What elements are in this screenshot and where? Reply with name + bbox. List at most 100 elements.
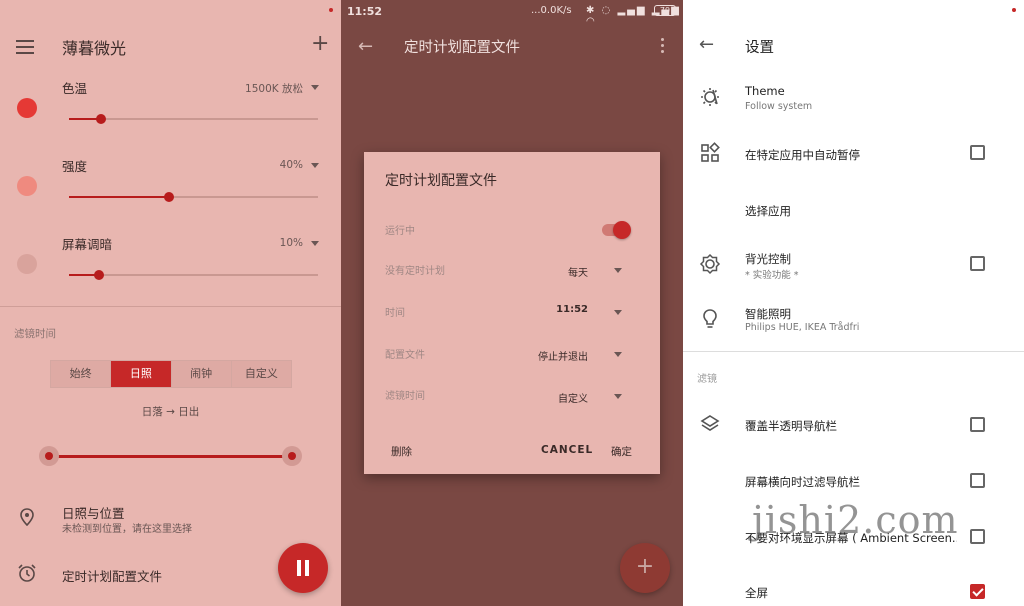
color-temperature-value[interactable]: 1500K 放松 [245,81,303,96]
chevron-down-icon[interactable] [311,241,319,246]
chevron-down-icon[interactable] [614,394,622,399]
slider-thumb[interactable] [93,270,104,280]
filter-mode-segmented-control: 始终 日照 闹钟 自定义 [50,360,292,388]
apps-grid-icon [701,142,720,162]
backlight-checkbox[interactable] [970,256,985,271]
intensity-value[interactable]: 40% [280,159,303,171]
chevron-down-icon[interactable] [614,310,622,315]
main-toolbar: 薄暮微光 + [0,24,341,68]
schedule-profile-item[interactable]: 定时计划配置文件 [62,566,162,585]
layers-icon [700,415,720,431]
theme-icon [701,88,719,106]
mode-sun[interactable]: 日照 [111,361,172,387]
mode-alarm[interactable]: 闹钟 [172,361,232,387]
watermark: jishi2.com [752,498,959,542]
location-pin-icon [20,508,34,526]
backlight-title[interactable]: 背光控制 [745,251,791,267]
profile-value[interactable]: 停止并退出 [538,348,588,363]
schedule-label: 没有定时计划 [385,266,445,277]
cancel-button[interactable]: CANCEL [541,444,593,456]
chevron-down-icon[interactable] [311,85,319,90]
overlay-navbar-checkbox[interactable] [970,417,985,432]
dim-value[interactable]: 10% [280,237,303,249]
filter-section-label: 滤镜 [697,374,717,385]
status-bar: 11:52 ...0.0K/s ✱ ◌ ▂▄▆ ▂▄▆ ◠ 79 [341,0,683,27]
battery-icon: 79 [654,5,676,16]
location-subtitle: 未检测到位置，请在这里选择 [62,524,192,535]
app-title: 薄暮微光 [62,39,127,58]
status-time: 11:52 [347,5,383,18]
schedule-value[interactable]: 每天 [568,264,588,279]
slider-thumb[interactable] [96,114,107,124]
chevron-down-icon[interactable] [311,163,319,168]
landscape-navbar-title[interactable]: 屏幕横向时过滤导航栏 [745,474,860,490]
dim-swatch [17,254,37,274]
select-apps-item[interactable]: 选择应用 [745,203,791,219]
overlay-navbar-title[interactable]: 覆盖半透明导航栏 [745,418,837,434]
theme-subtitle: Follow system [745,101,813,112]
chevron-down-icon[interactable] [614,268,622,273]
fullscreen-title[interactable]: 全屏 [745,585,768,601]
schedule-dialog: 定时计划配置文件 运行中 没有定时计划 每天 时间 11:52 配置文件 停止并… [364,152,660,474]
intensity-label: 强度 [62,159,88,174]
time-label: 时间 [385,308,405,319]
delete-button[interactable]: 删除 [391,444,412,459]
add-icon: + [635,554,655,579]
pause-icon [297,560,309,576]
filter-time-label: 滤镜时间 [385,391,425,402]
schedule-screen: 11:52 ...0.0K/s ✱ ◌ ▂▄▆ ▂▄▆ ◠ 79 ← 定时计划配… [341,0,683,606]
ok-button[interactable]: 确定 [611,444,632,459]
time-value[interactable]: 11:52 [556,304,588,315]
backlight-subtitle: * 实验功能 * [745,270,799,281]
intensity-swatch [17,176,37,196]
ambient-screen-checkbox[interactable] [970,529,985,544]
divider [0,306,341,307]
back-arrow-icon[interactable]: ← [358,36,373,57]
dim-label: 屏幕调暗 [62,237,113,252]
auto-pause-title[interactable]: 在特定应用中自动暂停 [745,147,860,163]
smart-lighting-subtitle: Philips HUE, IKEA Trådfri [745,322,860,333]
more-options-icon[interactable] [661,38,665,54]
fullscreen-checkbox[interactable] [970,584,985,599]
range-start-handle[interactable] [39,446,59,466]
status-network-speed: ...0.0K/s [531,5,572,16]
auto-pause-checkbox[interactable] [970,145,985,160]
notification-dot [1012,8,1016,12]
color-temperature-label: 色温 [62,81,88,96]
mode-custom[interactable]: 自定义 [232,361,291,387]
notification-dot [329,8,333,12]
running-toggle[interactable] [602,221,631,239]
running-label: 运行中 [385,226,415,237]
pause-button[interactable] [278,543,328,593]
main-screen: 薄暮微光 + 色温 1500K 放松 强度 40% 屏幕调暗 10% 滤镜时间 … [0,0,341,606]
slider-thumb[interactable] [163,192,174,202]
time-range-slider[interactable] [39,446,302,466]
menu-icon[interactable] [16,40,34,54]
dim-slider[interactable] [69,270,318,280]
add-icon[interactable]: + [311,33,329,55]
divider [683,351,1024,352]
profile-label: 配置文件 [385,350,425,361]
filter-time-value[interactable]: 自定义 [558,390,588,405]
theme-title[interactable]: Theme [745,84,785,98]
color-temperature-swatch [17,98,37,118]
settings-title: 设置 [745,40,774,56]
screen-title: 定时计划配置文件 [404,40,520,56]
intensity-slider[interactable] [69,192,318,202]
landscape-navbar-checkbox[interactable] [970,473,985,488]
back-arrow-icon[interactable]: ← [699,34,714,55]
backlight-gear-icon [699,253,721,275]
time-range-text: 日落 → 日出 [141,406,200,418]
add-button[interactable]: + [620,543,670,593]
screenshot: 薄暮微光 + 色温 1500K 放松 强度 40% 屏幕调暗 10% 滤镜时间 … [0,0,1024,606]
alarm-clock-icon [18,564,36,582]
dialog-title: 定时计划配置文件 [385,173,497,189]
range-end-handle[interactable] [282,446,302,466]
mode-always[interactable]: 始终 [51,361,112,387]
smart-lighting-title[interactable]: 智能照明 [745,306,791,322]
slider-fill [69,196,169,198]
filter-time-section-label: 滤镜时间 [14,328,56,340]
chevron-down-icon[interactable] [614,352,622,357]
lightbulb-icon [703,309,717,328]
color-temperature-slider[interactable] [69,114,318,124]
